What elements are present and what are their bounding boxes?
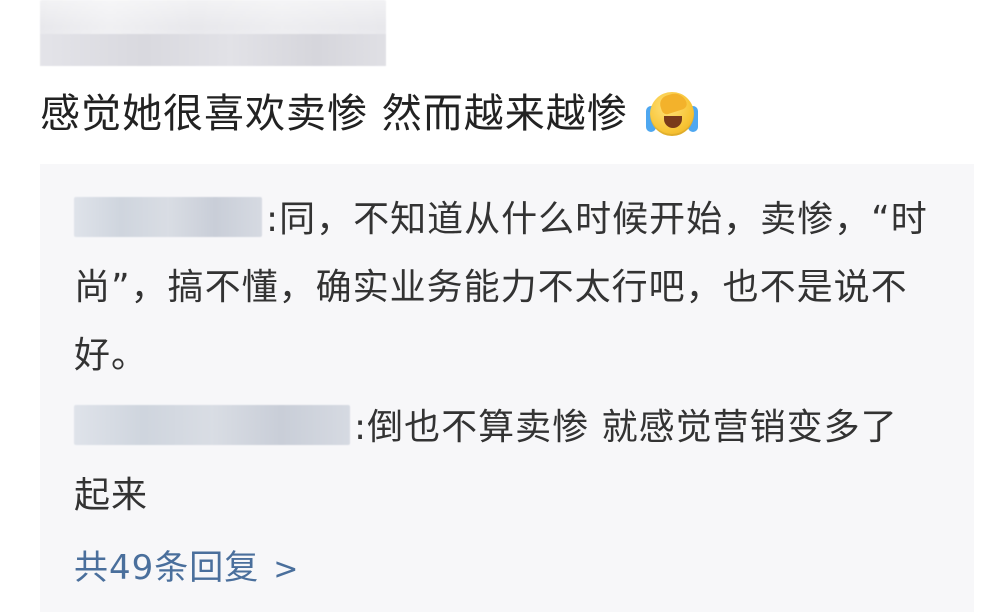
view-more-replies-link[interactable]: 共49条回复 > (74, 538, 299, 600)
reply-separator: : (354, 407, 368, 448)
blurred-reply-username[interactable] (74, 405, 350, 445)
reply-item[interactable]: :同，不知道从什么时候开始，卖惨，“时尚”，搞不懂，确实业务能力不太行吧，也不是… (74, 186, 934, 390)
blurred-username[interactable] (40, 0, 386, 66)
blurred-reply-username[interactable] (74, 197, 262, 237)
reply-item[interactable]: :倒也不算卖惨 就感觉营销变多了起来 (74, 394, 934, 530)
chevron-right-icon: > (273, 552, 300, 587)
comment-text: 感觉她很喜欢卖惨 然而越来越惨 (40, 91, 628, 137)
more-replies-label: 共49条回复 (74, 548, 260, 588)
replies-panel: :同，不知道从什么时候开始，卖惨，“时尚”，搞不懂，确实业务能力不太行吧，也不是… (40, 164, 974, 612)
laughing-crying-face-icon (645, 88, 698, 140)
comment-body: 感觉她很喜欢卖惨 然而越来越惨 (40, 86, 698, 142)
reply-separator: : (266, 199, 280, 240)
